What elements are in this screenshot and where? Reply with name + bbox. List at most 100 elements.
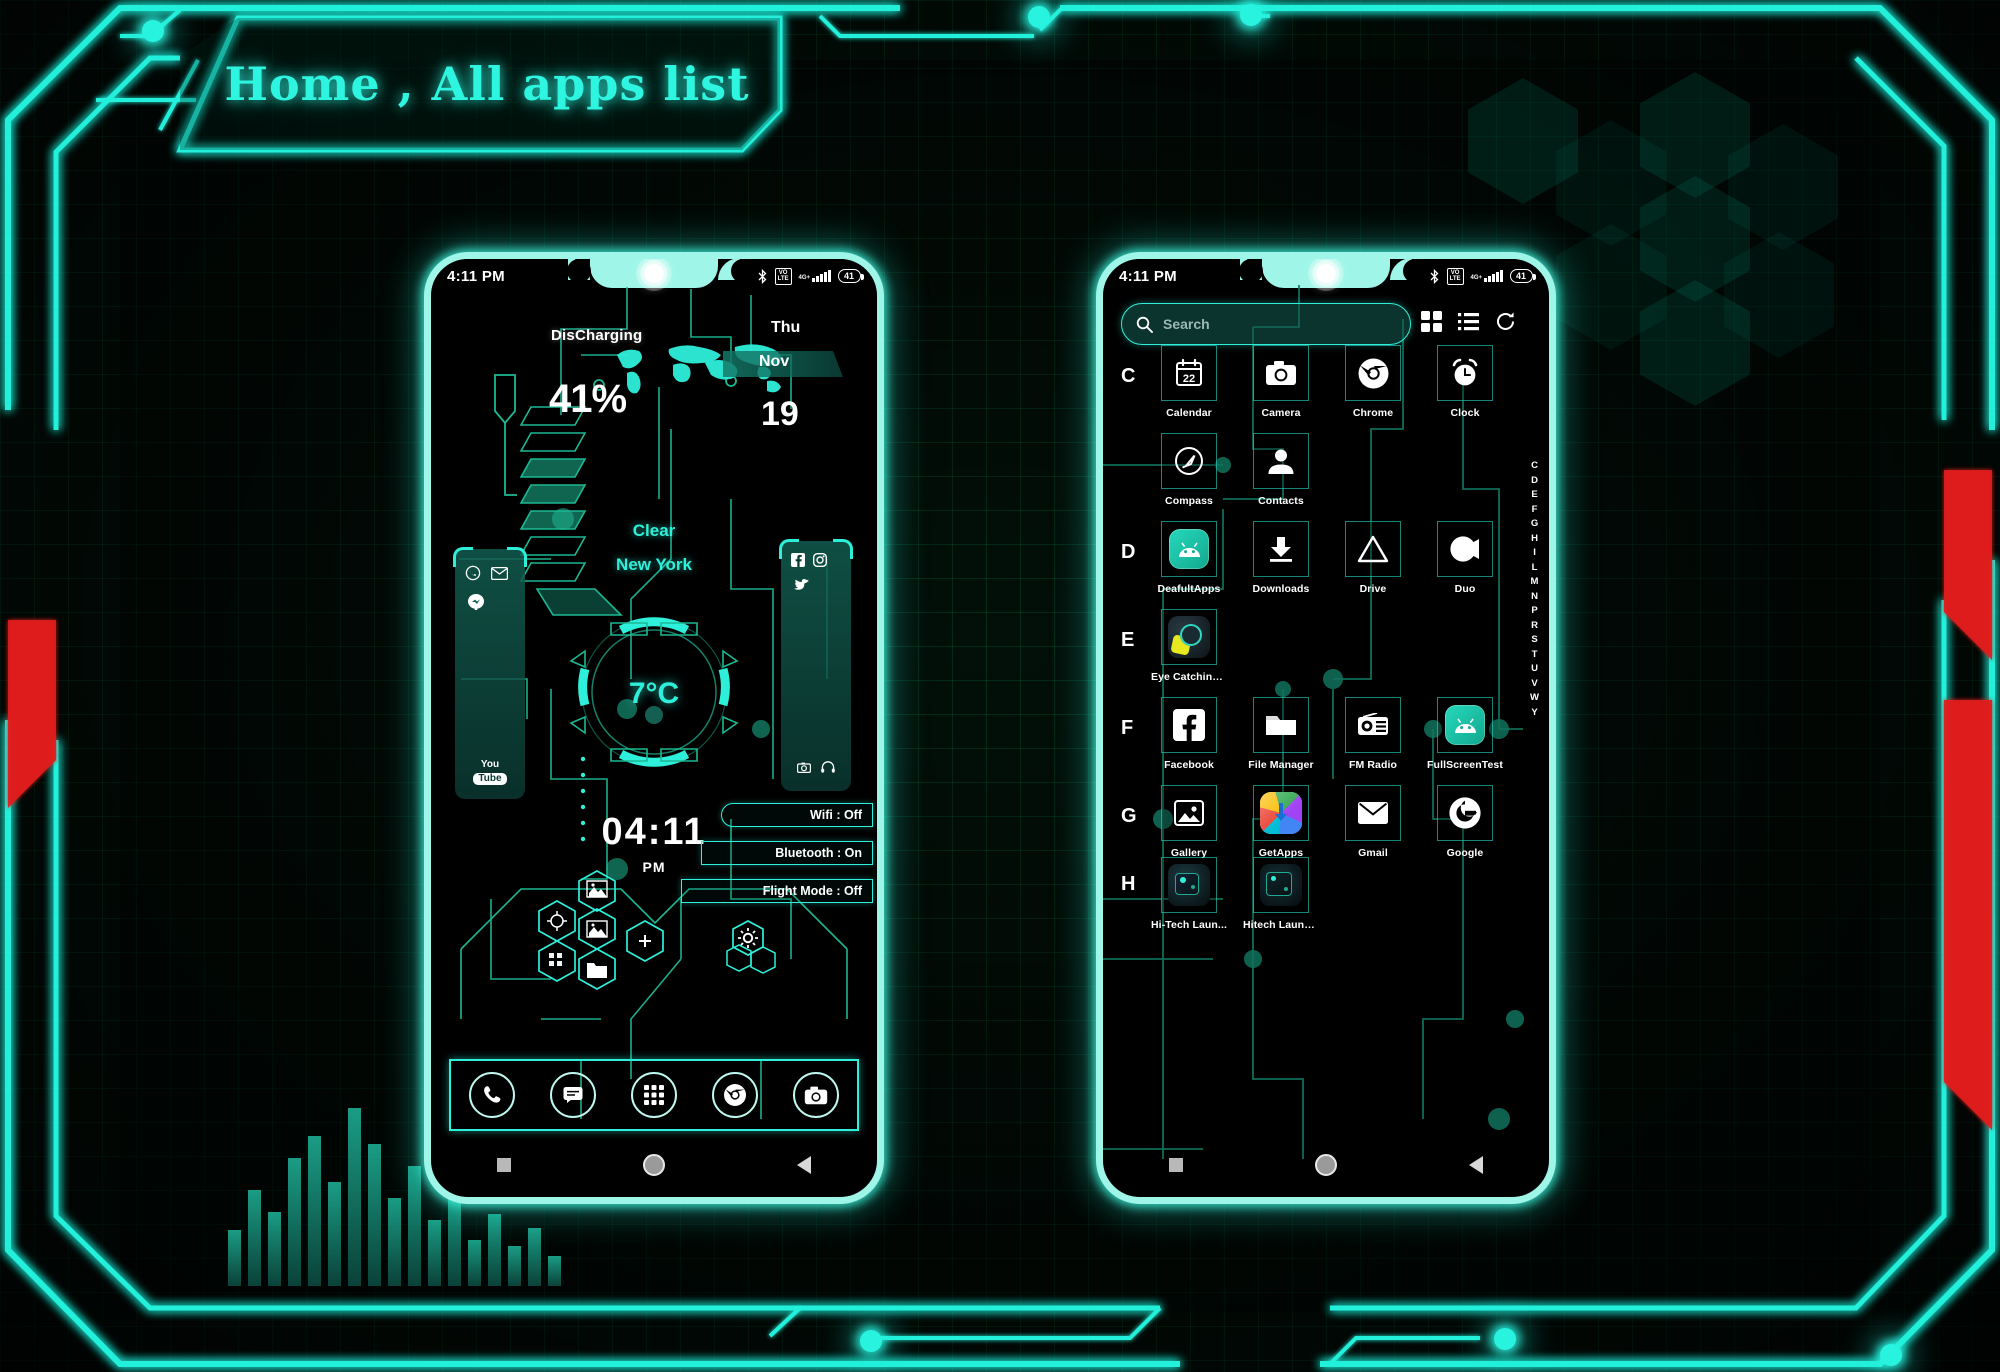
az-index-letter[interactable]: R: [1531, 619, 1538, 634]
camera-icon[interactable]: [793, 1072, 840, 1118]
status-icons: VO LTE 4G+ 41: [1429, 267, 1537, 285]
az-index-letter[interactable]: G: [1531, 517, 1538, 532]
settings-gear-icon[interactable]: [719, 917, 777, 975]
home-button[interactable]: [1315, 1154, 1337, 1176]
az-index-letter[interactable]: P: [1531, 604, 1537, 619]
az-index-letter[interactable]: I: [1533, 546, 1536, 561]
compass-icon: [1161, 433, 1217, 489]
app-eye-catching[interactable]: Eye Catching ...: [1151, 609, 1227, 683]
panel-corner: [833, 539, 853, 559]
app-label: Drive: [1359, 583, 1387, 595]
headphones-icon[interactable]: [821, 761, 835, 773]
title-banner: Home , All apps list: [180, 18, 780, 150]
search-input[interactable]: Search: [1121, 303, 1411, 345]
app-hitech-launcher-1[interactable]: Hi-Tech Laun...: [1151, 857, 1227, 931]
app-calendar[interactable]: 22 Calendar: [1161, 345, 1217, 419]
app-drive[interactable]: Drive: [1345, 521, 1401, 595]
refresh-icon[interactable]: [1495, 311, 1516, 332]
recents-button[interactable]: [497, 1158, 511, 1172]
back-button[interactable]: [797, 1156, 811, 1174]
app-label: Google: [1446, 847, 1484, 859]
app-google[interactable]: Google: [1437, 785, 1493, 859]
left-shortcut-panel[interactable]: You Tube: [453, 547, 527, 799]
messages-icon[interactable]: [549, 1072, 596, 1118]
az-index-letter[interactable]: V: [1531, 677, 1537, 692]
status-time: 4:11 PM: [1119, 267, 1177, 285]
camera-small-icon[interactable]: [797, 761, 811, 773]
app-duo[interactable]: Duo: [1437, 521, 1493, 595]
home-button[interactable]: [643, 1154, 665, 1176]
az-index-letter[interactable]: E: [1531, 488, 1537, 503]
az-index-letter[interactable]: W: [1530, 691, 1539, 706]
facebook-icon: [1161, 697, 1217, 753]
folder-icon: [1253, 697, 1309, 753]
section-letter-D: D: [1121, 541, 1136, 563]
messenger-icon[interactable]: [467, 593, 485, 611]
app-drawer-icon[interactable]: [630, 1072, 677, 1118]
app-downloads[interactable]: Downloads: [1253, 521, 1309, 595]
app-fullscreentest[interactable]: FullScreenTest: [1427, 697, 1503, 771]
app-chrome[interactable]: Chrome: [1345, 345, 1401, 419]
left-phone-screen: 4:11 PM VO LTE 4G+ 41 DisCharging 41% Th…: [431, 259, 877, 1197]
list-view-icon[interactable]: [1458, 312, 1479, 331]
glow-node: [1240, 4, 1262, 26]
app-fm-radio[interactable]: FM Radio: [1345, 697, 1401, 771]
az-index-letter[interactable]: F: [1532, 503, 1538, 518]
app-clock[interactable]: Clock: [1437, 345, 1493, 419]
bluetooth-icon: [1429, 268, 1440, 284]
right-phone-screen: 4:11 PM VO LTE 4G+ 41 Search C 22 Calend…: [1103, 259, 1549, 1197]
app-getapps[interactable]: GetApps: [1253, 785, 1309, 859]
phone-icon[interactable]: [468, 1072, 515, 1118]
az-index-rail[interactable]: CDEFGHILMNPRSTUVWY: [1530, 459, 1539, 720]
twitter-icon[interactable]: [793, 579, 809, 593]
app-contacts[interactable]: Contacts: [1253, 433, 1309, 507]
whatsapp-icon[interactable]: [465, 565, 481, 581]
grid-view-icon[interactable]: [1421, 311, 1442, 332]
az-index-letter[interactable]: U: [1531, 662, 1538, 677]
az-index-letter[interactable]: D: [1531, 474, 1538, 489]
android-icon: [1161, 521, 1217, 577]
instagram-icon[interactable]: [813, 553, 827, 567]
glow-node: [1028, 6, 1050, 28]
az-index-letter[interactable]: L: [1532, 561, 1538, 576]
calendar-icon: 22: [1161, 345, 1217, 401]
date-day: 19: [761, 395, 799, 433]
toggle-wifi[interactable]: Wifi : Off: [721, 803, 873, 827]
search-placeholder: Search: [1163, 316, 1210, 332]
hex-shortcut-cluster[interactable]: [523, 859, 743, 1039]
app-label: Clock: [1450, 407, 1480, 419]
az-index-letter[interactable]: H: [1531, 532, 1538, 547]
app-file-manager[interactable]: File Manager: [1248, 697, 1314, 771]
app-camera[interactable]: Camera: [1253, 345, 1309, 419]
right-shortcut-panel[interactable]: [779, 539, 853, 791]
recents-button[interactable]: [1169, 1158, 1183, 1172]
section-letter-H: H: [1121, 873, 1136, 895]
volte-icon: VO LTE: [1446, 267, 1464, 285]
app-compass[interactable]: Compass: [1161, 433, 1217, 507]
gmail-icon[interactable]: [491, 565, 508, 581]
chrome-icon[interactable]: [712, 1072, 759, 1118]
az-index-letter[interactable]: S: [1531, 633, 1537, 648]
app-gallery[interactable]: Gallery: [1161, 785, 1217, 859]
app-facebook[interactable]: Facebook: [1161, 697, 1217, 771]
az-index-letter[interactable]: Y: [1531, 706, 1537, 721]
radio-icon: [1345, 697, 1401, 753]
date-weekday: Thu: [771, 319, 801, 336]
app-hitech-launcher-2[interactable]: Hitech Launc...: [1243, 857, 1319, 931]
chrome-icon: [1345, 345, 1401, 401]
app-deafultapps[interactable]: DeafultApps: [1158, 521, 1220, 595]
az-index-letter[interactable]: T: [1532, 648, 1538, 663]
app-gmail[interactable]: Gmail: [1345, 785, 1401, 859]
az-index-letter[interactable]: C: [1531, 459, 1538, 474]
glow-node: [1494, 1328, 1516, 1350]
hitech-launcher-icon: [1161, 857, 1217, 913]
az-index-letter[interactable]: M: [1531, 575, 1539, 590]
facebook-icon[interactable]: [791, 553, 805, 567]
youtube-icon-label[interactable]: You Tube: [455, 759, 525, 785]
left-status-bar: 4:11 PM VO LTE 4G+ 41: [431, 259, 877, 293]
search-icon: [1136, 316, 1153, 333]
az-index-letter[interactable]: N: [1531, 590, 1538, 605]
back-button[interactable]: [1469, 1156, 1483, 1174]
right-phone-device: 4:11 PM VO LTE 4G+ 41 Search C 22 Calend…: [1096, 252, 1556, 1204]
app-label: Camera: [1261, 407, 1301, 419]
